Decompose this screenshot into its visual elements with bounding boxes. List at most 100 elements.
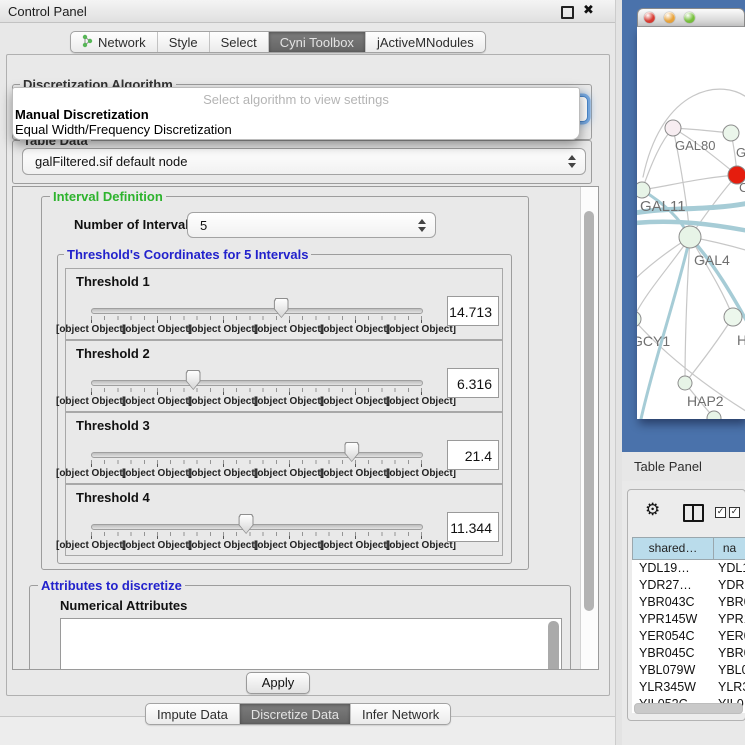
- scale-tick-label: [object Object]: [122, 324, 192, 335]
- scale-tick-label: [object Object]: [386, 396, 456, 407]
- tab-label: Cyni Toolbox: [280, 35, 354, 50]
- scale-tick-label: [object Object]: [122, 396, 192, 407]
- close-icon[interactable]: ✖: [583, 3, 594, 18]
- scale-tick-label: [object Object]: [320, 324, 390, 335]
- scale-tick-label: [object Object]: [254, 324, 324, 335]
- table-horizontal-scrollbar[interactable]: [634, 703, 743, 714]
- slider-minor-ticks: [91, 460, 422, 464]
- close-traffic-light[interactable]: [644, 12, 655, 23]
- table-panel-body: ⚙ ✓ ✓ shared… na YDL19… YDL1 YDR27… YDR2: [622, 481, 745, 745]
- scale-tick-label: [object Object]: [254, 540, 324, 551]
- attribute-list-item[interactable]: [61, 655, 561, 670]
- num-intervals-value: 5: [200, 218, 207, 233]
- threshold-label: Threshold 4: [76, 490, 150, 505]
- checkbox-icon[interactable]: ✓: [729, 507, 740, 518]
- scale-tick-label: [object Object]: [56, 324, 126, 335]
- mode-tab-label: Infer Network: [362, 707, 439, 722]
- threshold-row: Threshold 1 [object Object][object Objec…: [65, 268, 503, 340]
- table-row[interactable]: YDL19… YDL1: [632, 560, 745, 577]
- scale-tick-label: [object Object]: [254, 468, 324, 479]
- table-row[interactable]: YLR345W YLR3: [632, 679, 745, 696]
- tab-button[interactable]: Style: [158, 32, 210, 52]
- tab-button[interactable]: Select: [210, 32, 269, 52]
- scale-tick-label: [object Object]: [254, 396, 324, 407]
- svg-text:GAL11: GAL11: [640, 198, 686, 215]
- tab-button[interactable]: Cyni Toolbox: [269, 32, 366, 52]
- tab-button[interactable]: jActiveMNodules: [366, 32, 485, 52]
- threshold-value-field[interactable]: 21.4: [447, 440, 499, 470]
- attribute-list-item[interactable]: [61, 619, 561, 637]
- threshold-label: Threshold 1: [76, 274, 150, 289]
- minimize-traffic-light[interactable]: [664, 12, 675, 23]
- dropdown-prompt[interactable]: Select algorithm to view settings: [13, 92, 579, 107]
- zoom-traffic-light[interactable]: [684, 12, 695, 23]
- scrollbar-thumb[interactable]: [584, 211, 594, 611]
- scale-tick-label: [object Object]: [320, 540, 390, 551]
- attributes-list-scrollbar[interactable]: [548, 621, 559, 670]
- settings-vertical-scrollbar[interactable]: [580, 187, 598, 669]
- combo-arrows-icon: [568, 154, 576, 169]
- dropdown-option-equal-width[interactable]: Equal Width/Frequency Discretization: [15, 122, 232, 137]
- svg-text:GA: GA: [736, 145, 745, 160]
- table-row[interactable]: YBL079W YBL0: [632, 662, 745, 679]
- slider-minor-ticks: [91, 532, 422, 536]
- gear-icon[interactable]: ⚙: [645, 500, 660, 520]
- table-row[interactable]: YER054C YER0: [632, 628, 745, 645]
- threshold-row: Threshold 4 [object Object][object Objec…: [65, 484, 503, 556]
- scale-tick-label: [object Object]: [188, 396, 258, 407]
- app-root: Control Panel ✖ Network Style Select Cyn…: [0, 0, 745, 745]
- mode-tab-button[interactable]: Infer Network: [351, 704, 450, 724]
- tab-label: Network: [98, 35, 146, 50]
- table-row[interactable]: YBR045C YBR0: [632, 645, 745, 662]
- slider-scale-labels: [object Object][object Object][object Ob…: [91, 468, 421, 479]
- table-row[interactable]: YDR27… YDR2: [632, 577, 745, 594]
- split-view-icon[interactable]: [683, 504, 704, 522]
- table-row[interactable]: YPR145W YPR1: [632, 611, 745, 628]
- mode-tab-label: Discretize Data: [251, 707, 339, 722]
- table-panel-title: Table Panel: [634, 459, 702, 474]
- scale-tick-label: [object Object]: [122, 468, 192, 479]
- svg-text:C: C: [739, 180, 745, 195]
- float-window-icon[interactable]: [561, 6, 574, 19]
- apply-button[interactable]: Apply: [246, 672, 310, 694]
- scale-tick-label: [object Object]: [56, 540, 126, 551]
- svg-text:HAP2: HAP2: [687, 393, 724, 409]
- attribute-list-item[interactable]: [61, 637, 561, 655]
- table-row[interactable]: YBR043C YBR0: [632, 594, 745, 611]
- table-data-value: galFiltered.sif default node: [35, 154, 187, 169]
- num-intervals-spinner[interactable]: 5: [187, 212, 436, 238]
- slider-thumb[interactable]: [239, 514, 254, 534]
- slider-scale-labels: [object Object][object Object][object Ob…: [91, 396, 421, 407]
- table-header-row: shared… na: [632, 537, 745, 560]
- threshold-value-field[interactable]: 14.713: [447, 296, 499, 326]
- thresholds-groupbox: Threshold's Coordinates for 5 Intervals …: [57, 254, 512, 564]
- column-header-shared-name[interactable]: shared…: [632, 538, 714, 559]
- threshold-label: Threshold 3: [76, 418, 150, 433]
- mode-tab-button[interactable]: Discretize Data: [240, 704, 351, 724]
- network-graph-svg: GAL80GAGAL11CGAL4GCY1HHAP2: [637, 27, 745, 419]
- mode-tab-button[interactable]: Impute Data: [146, 704, 240, 724]
- scale-tick-label: [object Object]: [320, 396, 390, 407]
- num-intervals-label: Number of Intervals: [74, 217, 196, 232]
- threshold-value-field[interactable]: 6.316: [447, 368, 499, 398]
- slider-thumb[interactable]: [274, 298, 289, 318]
- column-header-name[interactable]: na: [714, 538, 745, 559]
- svg-text:GCY1: GCY1: [637, 333, 670, 349]
- network-canvas[interactable]: GAL80GAGAL11CGAL4GCY1HHAP2: [637, 27, 745, 419]
- scale-tick-label: [object Object]: [56, 468, 126, 479]
- scale-tick-label: [object Object]: [386, 324, 456, 335]
- network-window-titlebar[interactable]: [637, 8, 745, 27]
- checkbox-icon[interactable]: ✓: [715, 507, 726, 518]
- slider-thumb[interactable]: [344, 442, 359, 462]
- dropdown-option-manual[interactable]: Manual Discretization: [15, 107, 149, 122]
- threshold-value-field[interactable]: 11.344: [447, 512, 499, 542]
- cyni-mode-tabs: Impute Data Discretize Data Infer Networ…: [145, 703, 451, 725]
- scale-tick-label: [object Object]: [188, 468, 258, 479]
- slider-thumb[interactable]: [186, 370, 201, 390]
- interval-definition-groupbox: Interval Definition Number of Intervals …: [41, 196, 529, 570]
- threshold-label: Threshold 2: [76, 346, 150, 361]
- table-data-combobox[interactable]: galFiltered.sif default node: [22, 148, 586, 175]
- tab-button[interactable]: Network: [71, 32, 158, 52]
- spinner-arrows-icon: [418, 218, 426, 233]
- tab-label: Style: [169, 35, 198, 50]
